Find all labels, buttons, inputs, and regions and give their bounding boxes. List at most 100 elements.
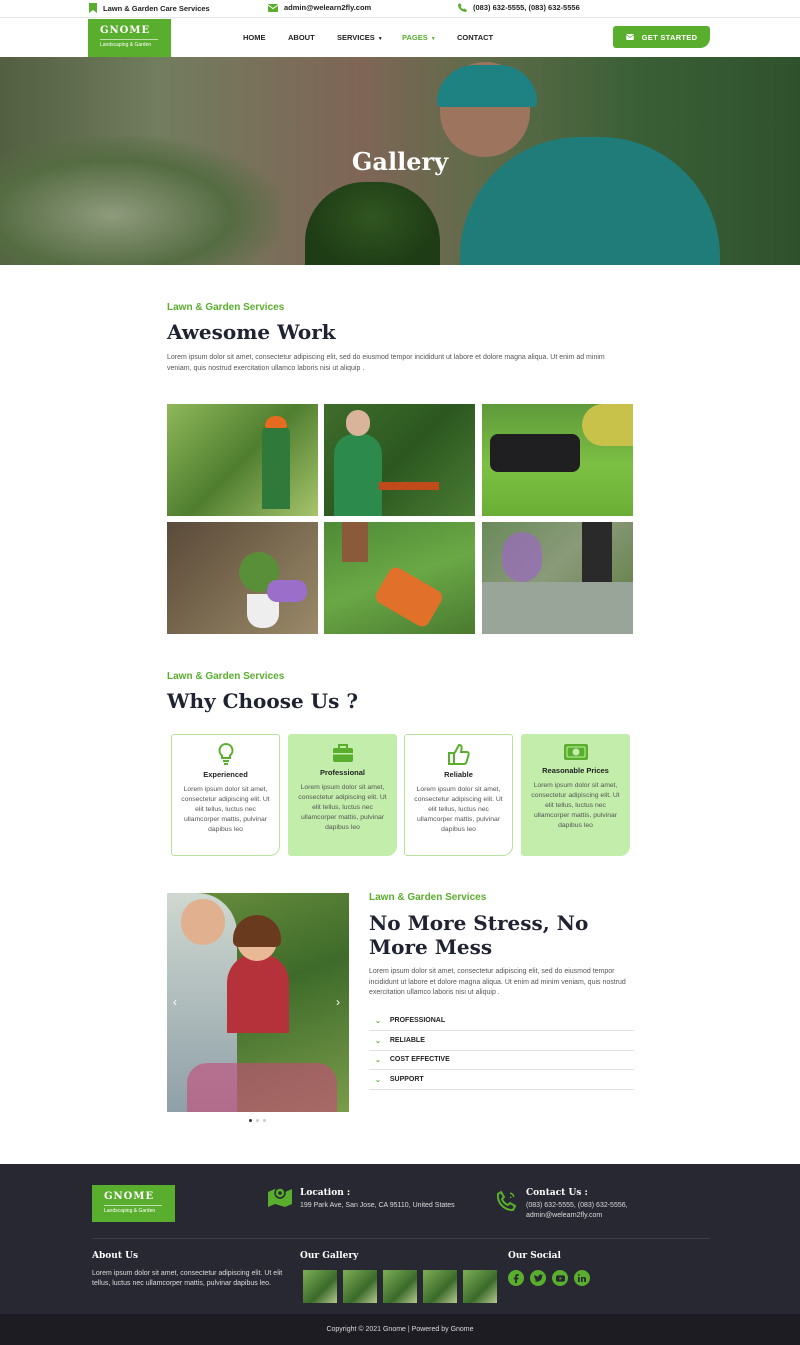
chevron-down-icon: ▼ xyxy=(377,36,383,42)
chevron-down-icon: ▼ xyxy=(430,36,436,42)
site-logo[interactable]: GNOME Landscaping & Garden xyxy=(88,19,171,57)
contact-phone[interactable]: (083) 632-5555, (083) 632-5556, xyxy=(526,1201,628,1211)
logo-name: GNOME xyxy=(100,25,151,36)
stress-description: Lorem ipsum dolor sit amet, consectetur … xyxy=(369,968,626,996)
footer-logo-subtitle: Landscaping & Garden xyxy=(104,1205,162,1214)
email-item[interactable]: admin@welearn2fly.com xyxy=(268,3,371,12)
accordion-item-support[interactable]: ⌄ SUPPORT xyxy=(369,1070,634,1090)
card-title: Reasonable Prices xyxy=(542,766,609,775)
top-bar: Lawn & Garden Care Services admin@welear… xyxy=(0,0,800,18)
phone-call-icon xyxy=(497,1190,517,1212)
facebook-icon xyxy=(513,1273,519,1283)
footer-gallery-thumb-2[interactable] xyxy=(343,1270,377,1303)
twitter-button[interactable] xyxy=(530,1270,546,1286)
slider-next-button[interactable]: › xyxy=(336,995,340,1009)
gallery-image-5[interactable] xyxy=(324,522,475,634)
footer-gallery-thumb-1[interactable] xyxy=(303,1270,337,1303)
why-kicker: Lawn & Garden Services xyxy=(167,671,285,682)
nav-about[interactable]: ABOUT xyxy=(288,33,315,42)
slider-dot-3[interactable] xyxy=(263,1119,266,1122)
slider-dot-1[interactable] xyxy=(249,1119,252,1122)
nav-pages[interactable]: PAGES ▼ xyxy=(402,33,436,42)
footer-logo-name: GNOME xyxy=(104,1191,155,1202)
accordion-label: SUPPORT xyxy=(389,1076,424,1083)
card-text: Lorem ipsum dolor sit amet, consectetur … xyxy=(531,782,620,829)
nav-home[interactable]: HOME xyxy=(243,33,266,42)
location-title: Location : xyxy=(300,1188,351,1198)
gallery-image-2[interactable] xyxy=(324,404,475,516)
slider-dots xyxy=(249,1119,266,1122)
stress-kicker: Lawn & Garden Services xyxy=(369,892,487,903)
gallery-image-6[interactable] xyxy=(482,522,633,634)
chevron-down-icon: ⌄ xyxy=(375,1017,381,1025)
slider-dot-2[interactable] xyxy=(256,1119,259,1122)
footer-divider xyxy=(92,1238,710,1239)
map-icon xyxy=(268,1187,292,1207)
accordion-item-reliable[interactable]: ⌄ RELIABLE xyxy=(369,1031,634,1051)
hero-banner: Gallery xyxy=(0,57,800,265)
contact-title: Contact Us : xyxy=(526,1188,588,1198)
thumbs-up-icon xyxy=(447,743,470,765)
feature-card-reliable: Reliable Lorem ipsum dolor sit amet, con… xyxy=(404,734,513,856)
phone-icon xyxy=(458,3,467,12)
accordion-item-cost-effective[interactable]: ⌄ COST EFFECTIVE xyxy=(369,1050,634,1070)
location-text: 199 Park Ave, San Jose, CA 95110, United… xyxy=(300,1202,455,1209)
card-title: Reliable xyxy=(444,770,473,779)
accordion-item-professional[interactable]: ⌄ PROFESSIONAL xyxy=(369,1011,634,1031)
gallery-image-4[interactable] xyxy=(167,522,318,634)
nav-pages-label: PAGES xyxy=(402,33,428,42)
footer-gallery-thumb-3[interactable] xyxy=(383,1270,417,1303)
gallery-description: Lorem ipsum dolor sit amet, consectetur … xyxy=(167,354,605,372)
gallery-image-3[interactable] xyxy=(482,404,633,516)
feature-card-professional: Professional Lorem ipsum dolor sit amet,… xyxy=(288,734,397,856)
tagline-item: Lawn & Garden Care Services xyxy=(89,3,210,13)
card-title: Professional xyxy=(319,768,365,777)
briefcase-icon xyxy=(332,744,353,762)
get-started-label: GET STARTED xyxy=(641,32,698,42)
bookmark-icon xyxy=(89,3,97,13)
youtube-button[interactable] xyxy=(552,1270,568,1286)
copyright-bar: Copyright © 2021 Gnome | Powered by Gnom… xyxy=(0,1314,800,1345)
footer-gallery-thumb-5[interactable] xyxy=(463,1270,497,1303)
image-slider[interactable] xyxy=(167,893,349,1112)
linkedin-icon xyxy=(578,1274,586,1282)
stress-title: No More Stress, No More Mess xyxy=(369,911,589,959)
phone-text[interactable]: (083) 632-5555, (083) 632-5556 xyxy=(473,3,580,12)
facebook-button[interactable] xyxy=(508,1270,524,1286)
card-text: Lorem ipsum dolor sit amet, consectetur … xyxy=(414,786,503,833)
nav-services-label: SERVICES xyxy=(337,33,375,42)
feature-card-experienced: Experienced Lorem ipsum dolor sit amet, … xyxy=(171,734,280,856)
card-text: Lorem ipsum dolor sit amet, consectetur … xyxy=(181,786,270,833)
chevron-down-icon: ⌄ xyxy=(375,1076,381,1084)
slider-prev-button[interactable]: ‹ xyxy=(173,995,177,1009)
chevron-down-icon: ⌄ xyxy=(375,1056,381,1064)
contact-email[interactable]: admin@welearn2fly.com xyxy=(526,1211,602,1221)
twitter-icon xyxy=(533,1274,543,1282)
accordion-label: RELIABLE xyxy=(389,1037,425,1044)
footer-logo[interactable]: GNOME Landscaping & Garden xyxy=(92,1185,175,1222)
accordion-label: PROFESSIONAL xyxy=(389,1017,446,1024)
nav-contact[interactable]: CONTACT xyxy=(457,33,493,42)
envelope-icon xyxy=(625,34,634,40)
gallery-image-1[interactable] xyxy=(167,404,318,516)
phone-item[interactable]: (083) 632-5555, (083) 632-5556 xyxy=(458,3,580,12)
money-icon xyxy=(563,744,588,760)
logo-subtitle: Landscaping & Garden xyxy=(100,39,158,48)
linkedin-button[interactable] xyxy=(574,1270,590,1286)
get-started-button[interactable]: GET STARTED xyxy=(613,26,710,48)
gallery-kicker: Lawn & Garden Services xyxy=(167,302,285,313)
social-title: Our Social xyxy=(508,1251,561,1261)
why-title: Why Choose Us ? xyxy=(167,689,359,713)
accordion-label: COST EFFECTIVE xyxy=(389,1056,450,1063)
about-text: Lorem ipsum dolor sit amet, consectetur … xyxy=(92,1270,283,1287)
page-title: Gallery xyxy=(351,147,449,176)
nav-services[interactable]: SERVICES ▼ xyxy=(337,33,383,42)
lightbulb-icon xyxy=(218,743,233,765)
email-text[interactable]: admin@welearn2fly.com xyxy=(284,3,371,12)
footer-gallery-title: Our Gallery xyxy=(300,1251,359,1261)
card-title: Experienced xyxy=(203,770,248,779)
footer-gallery-thumb-4[interactable] xyxy=(423,1270,457,1303)
chevron-down-icon: ⌄ xyxy=(375,1037,381,1045)
card-text: Lorem ipsum dolor sit amet, consectetur … xyxy=(298,784,387,831)
gallery-title: Awesome Work xyxy=(167,320,336,344)
